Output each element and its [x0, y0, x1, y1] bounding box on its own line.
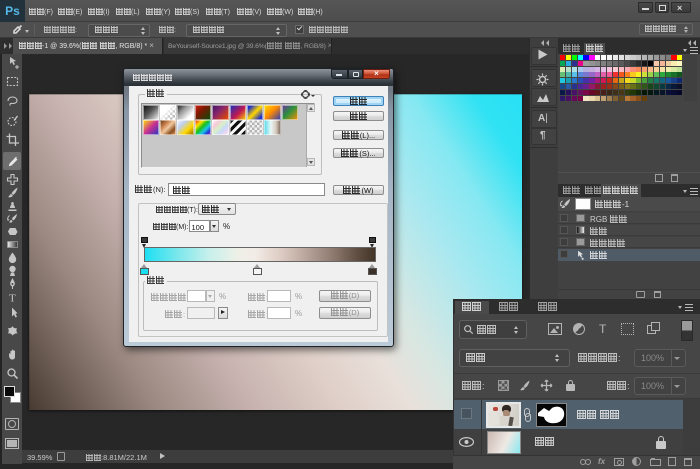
svg-text:T: T — [9, 293, 16, 305]
